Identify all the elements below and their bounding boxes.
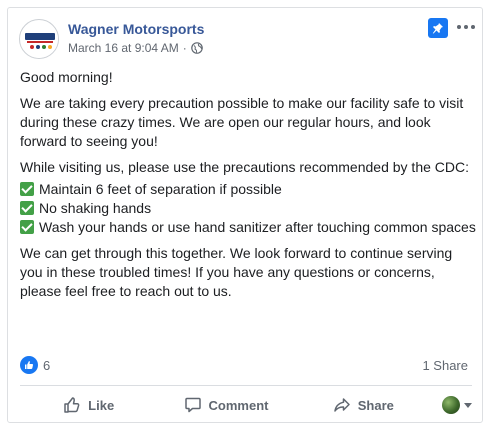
page-avatar[interactable]	[19, 19, 59, 59]
action-bar: Like Comment Share	[20, 389, 472, 421]
share-button-label: Share	[357, 397, 394, 413]
thumbs-up-icon	[25, 361, 34, 369]
like-button-label: Like	[88, 397, 115, 413]
divider	[20, 385, 472, 386]
page-logo-icon	[21, 21, 58, 58]
checklist-item: Wash your hands or use hand sanitizer af…	[20, 218, 476, 237]
post-meta: March 16 at 9:04 AM ·	[68, 41, 203, 55]
checklist-item-text: Maintain 6 feet of separation if possibl…	[39, 181, 282, 197]
pin-icon	[432, 23, 443, 34]
comment-button[interactable]: Comment	[157, 389, 294, 421]
thumbs-up-icon	[64, 397, 80, 413]
globe-icon[interactable]	[190, 42, 203, 54]
share-arrow-icon	[334, 398, 350, 412]
post-closing: We can get through this together. We loo…	[20, 245, 453, 299]
post-card: Wagner Motorsports March 16 at 9:04 AM ·…	[7, 7, 483, 423]
more-options-icon	[457, 25, 461, 29]
meta-separator: ·	[182, 41, 187, 55]
post-body: Good morning! We are taking every precau…	[20, 68, 476, 308]
more-options-icon	[471, 25, 475, 29]
pin-button[interactable]	[428, 18, 448, 38]
share-button[interactable]: Share	[295, 389, 432, 421]
chevron-down-icon	[463, 402, 472, 408]
post-paragraph: We are taking every precaution possible …	[20, 95, 464, 149]
reaction-summary[interactable]: 6	[20, 356, 50, 374]
post-timestamp[interactable]: March 16 at 9:04 AM	[68, 41, 179, 55]
post-paragraph: While visiting us, please use the precau…	[20, 159, 469, 175]
post-as-selector[interactable]	[432, 389, 472, 421]
post-greeting: Good morning!	[20, 69, 113, 85]
more-options-button[interactable]	[456, 17, 476, 37]
checklist: Maintain 6 feet of separation if possibl…	[20, 180, 476, 237]
comment-bubble-icon	[184, 397, 201, 413]
like-button[interactable]: Like	[20, 389, 157, 421]
checklist-item-text: Wash your hands or use hand sanitizer af…	[39, 219, 476, 235]
like-reaction-icon	[20, 356, 38, 374]
page-name-link[interactable]: Wagner Motorsports	[68, 21, 204, 37]
checkmark-icon	[20, 201, 34, 215]
checklist-item: No shaking hands	[20, 199, 476, 218]
checkmark-icon	[20, 220, 34, 234]
more-options-icon	[464, 25, 468, 29]
checklist-item: Maintain 6 feet of separation if possibl…	[20, 180, 476, 199]
checkmark-icon	[20, 182, 34, 196]
checklist-item-text: No shaking hands	[39, 200, 152, 216]
like-count: 6	[43, 357, 51, 373]
share-count[interactable]: 1 Share	[422, 358, 468, 373]
viewer-avatar	[441, 396, 460, 414]
comment-button-label: Comment	[208, 397, 269, 413]
